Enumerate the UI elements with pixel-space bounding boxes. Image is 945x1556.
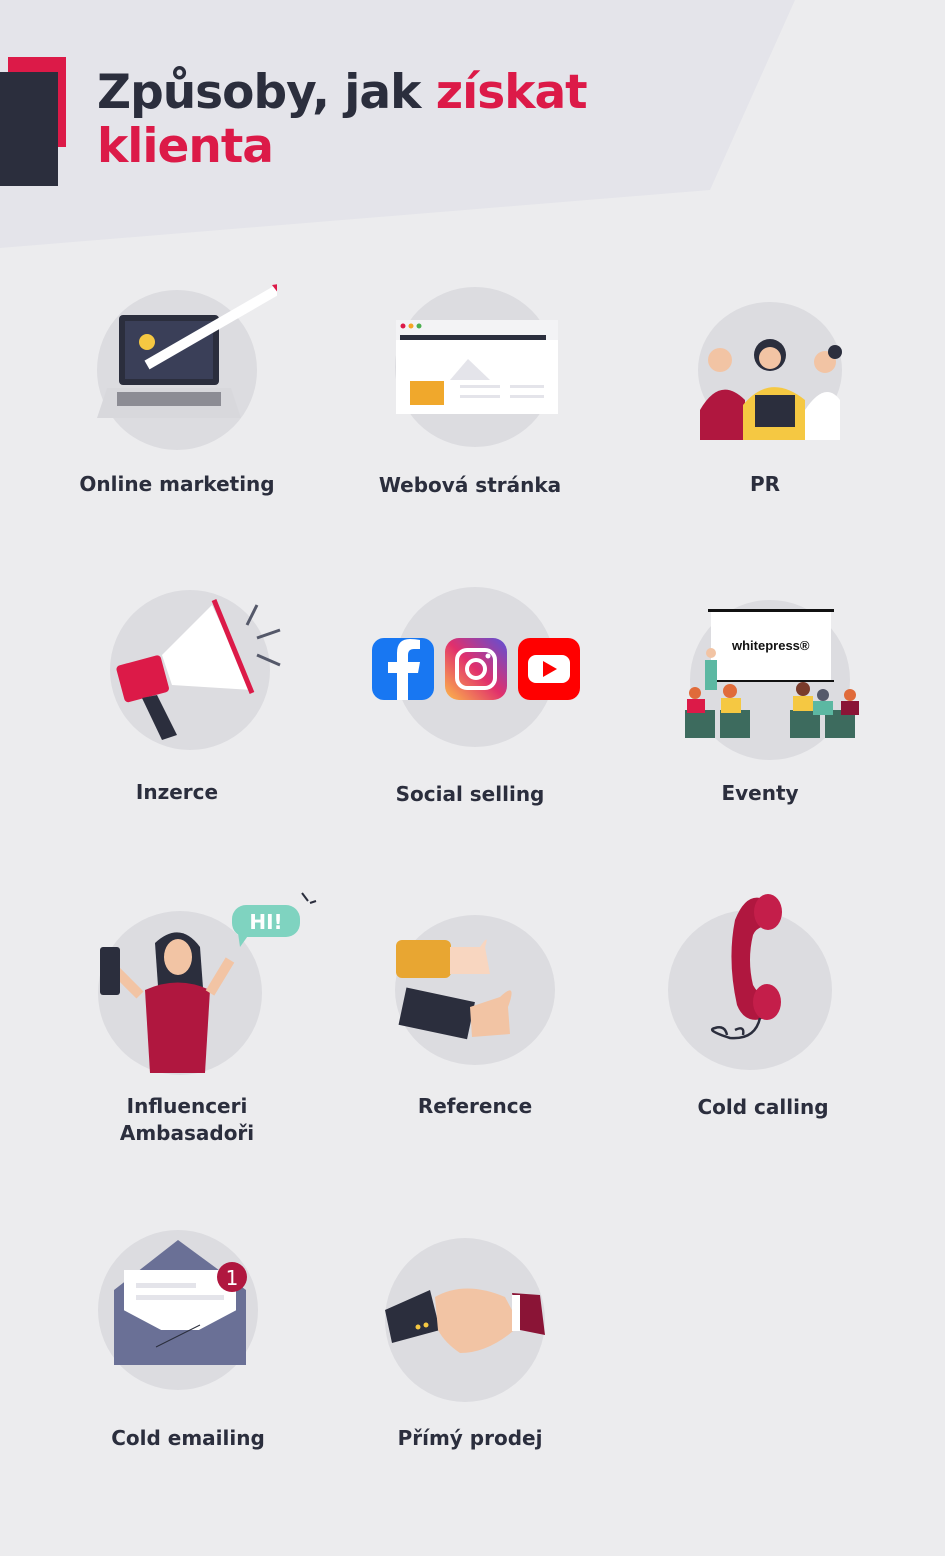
- thumbs-up-icon: [395, 915, 555, 1065]
- people-group-icon: [698, 302, 842, 440]
- website-illustration: [340, 285, 600, 450]
- item-label: Cold emailing: [111, 1426, 265, 1450]
- pr-illustration: [635, 300, 895, 450]
- item-label: PR: [749, 472, 781, 496]
- influencers-illustration: HI!: [60, 885, 320, 1080]
- laptop-rocket-icon: [97, 284, 277, 450]
- megaphone-icon: [110, 590, 281, 750]
- instagram-icon: [445, 638, 507, 700]
- cold-emailing-illustration: 1: [60, 1225, 320, 1395]
- facebook-icon: [372, 638, 434, 700]
- item-label: Online marketing: [79, 472, 275, 496]
- cold-calling-illustration: [635, 890, 895, 1075]
- online-marketing-illustration: [47, 280, 307, 450]
- social-media-icons: [372, 587, 580, 747]
- ads-illustration: [47, 590, 307, 750]
- page-title: Způsoby, jak získat klienta: [97, 65, 588, 174]
- item-label: Přímý prodej: [397, 1426, 543, 1450]
- item-label: Cold calling: [697, 1095, 829, 1119]
- item-label: Reference: [417, 1094, 533, 1118]
- handshake-icon: [385, 1238, 545, 1402]
- envelope-icon: 1: [98, 1230, 258, 1390]
- item-label: Eventy: [721, 781, 799, 805]
- notification-badge: 1: [226, 1266, 239, 1290]
- browser-window-icon: [395, 287, 558, 447]
- influencer-selfie-icon: HI!: [98, 892, 317, 1075]
- telephone-handset-icon: [668, 894, 832, 1070]
- presentation-audience-icon: whitepress®: [685, 600, 859, 760]
- item-label: Social selling: [395, 782, 545, 806]
- reference-illustration: [340, 912, 600, 1072]
- events-illustration: whitepress®: [635, 595, 895, 765]
- item-label: Inzerce: [135, 780, 219, 804]
- whitepress-logo: whitepress®: [731, 638, 810, 653]
- item-label: Webová stránka: [378, 473, 562, 497]
- youtube-icon: [518, 638, 580, 700]
- item-label: Influenceri Ambasadoři: [119, 1094, 255, 1145]
- social-selling-illustration: [340, 585, 600, 750]
- direct-sales-illustration: [340, 1235, 600, 1405]
- hi-bubble-text: HI!: [249, 910, 282, 934]
